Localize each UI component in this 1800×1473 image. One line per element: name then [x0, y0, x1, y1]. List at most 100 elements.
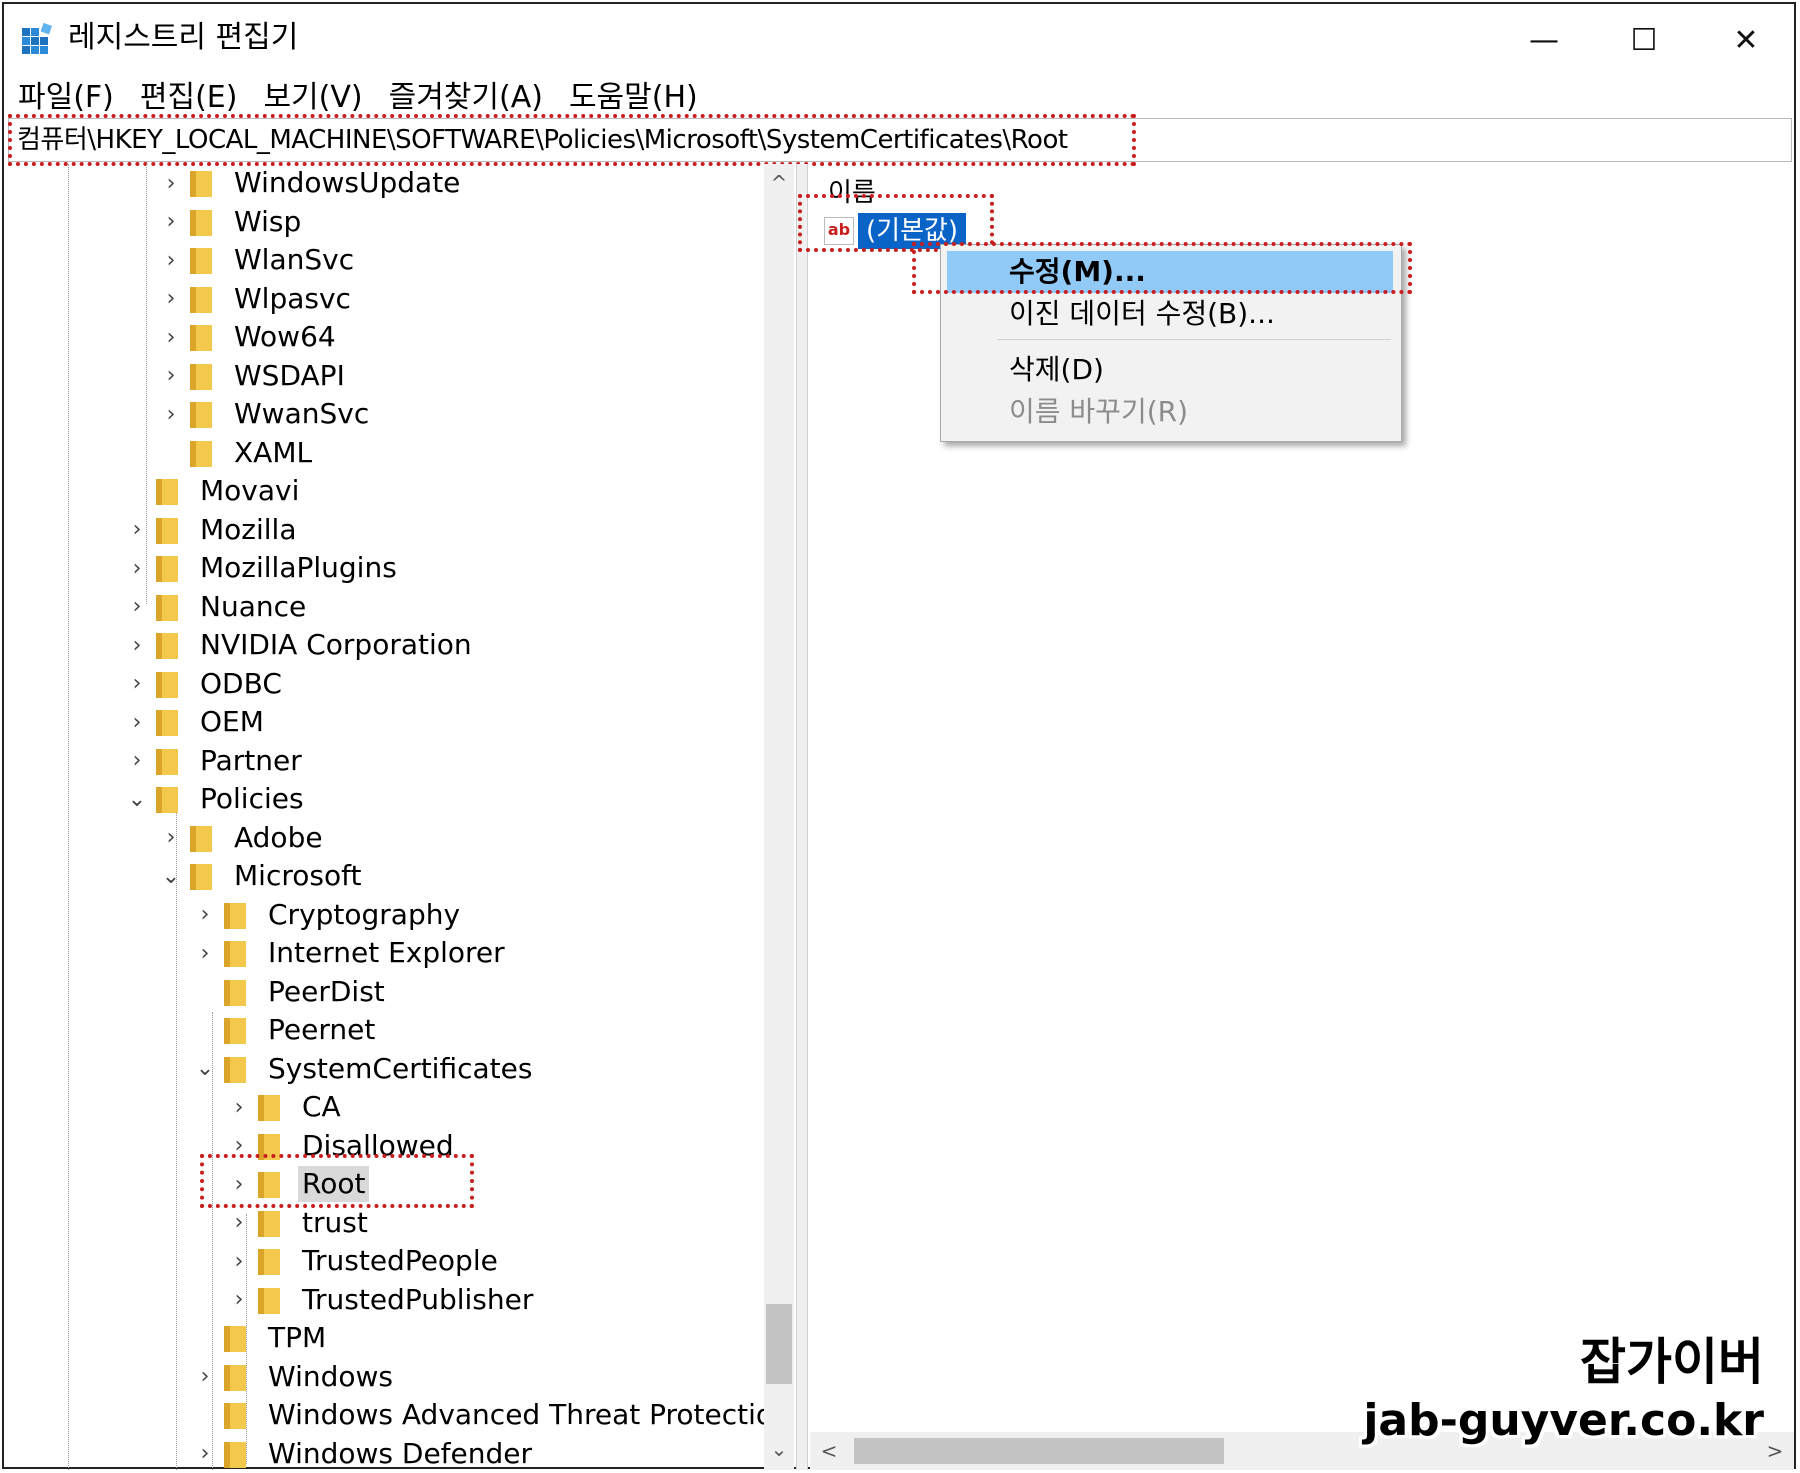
tree-node-label[interactable]: Movavi — [196, 473, 303, 509]
tree-node-label[interactable]: WSDAPI — [230, 358, 349, 394]
expand-chevron-icon[interactable]: › — [226, 1172, 252, 1197]
tree-node-label[interactable]: Wlpasvc — [230, 281, 355, 317]
tree-node[interactable]: › NVIDIA Corporation — [124, 626, 476, 664]
tree-node-label[interactable]: TrustedPublisher — [298, 1282, 537, 1318]
values-scroll-thumb[interactable] — [854, 1438, 1224, 1464]
tree-node[interactable]: ⌄ Policies — [124, 780, 308, 818]
pane-splitter[interactable] — [796, 164, 808, 1470]
expand-chevron-icon[interactable]: › — [192, 1441, 218, 1466]
expand-chevron-icon[interactable]: › — [158, 209, 184, 234]
tree-node-label[interactable]: WindowsUpdate — [230, 165, 464, 201]
menu-file[interactable]: 파일(F) — [4, 76, 126, 120]
tree-node[interactable]: › Wlpasvc — [158, 280, 355, 318]
menu-favorites[interactable]: 즐겨찾기(A) — [375, 76, 555, 120]
menu-help[interactable]: 도움말(H) — [555, 76, 710, 120]
address-bar[interactable]: 컴퓨터\HKEY_LOCAL_MACHINE\SOFTWARE\Policies… — [8, 118, 1792, 162]
menu-item-delete[interactable]: 삭제(D) — [947, 349, 1393, 391]
expand-chevron-icon[interactable]: › — [124, 710, 150, 735]
tree-node-label[interactable]: Internet Explorer — [264, 935, 509, 971]
tree-node[interactable]: Peernet — [192, 1011, 379, 1049]
tree-node[interactable]: › WindowsUpdate — [158, 164, 464, 202]
tree-node-label[interactable]: Wow64 — [230, 319, 340, 355]
name-column-header[interactable]: 이름 — [828, 172, 876, 209]
expand-chevron-icon[interactable]: › — [124, 748, 150, 773]
menu-edit[interactable]: 편집(E) — [126, 76, 250, 120]
tree-node[interactable]: › CA — [226, 1088, 345, 1126]
expand-chevron-icon[interactable]: › — [226, 1210, 252, 1235]
tree-node-label[interactable]: MozillaPlugins — [196, 550, 401, 586]
scroll-right-icon[interactable]: > — [1760, 1436, 1790, 1466]
tree-node[interactable]: › WwanSvc — [158, 395, 373, 433]
tree-node-label[interactable]: Peernet — [264, 1012, 379, 1048]
expand-chevron-icon[interactable]: › — [124, 517, 150, 542]
expand-chevron-icon[interactable]: › — [158, 363, 184, 388]
tree-node[interactable]: › Partner — [124, 742, 306, 780]
tree-node-label[interactable]: Windows Advanced Threat Protection — [264, 1397, 768, 1433]
scroll-left-icon[interactable]: < — [814, 1436, 844, 1466]
close-button[interactable]: ✕ — [1716, 18, 1776, 62]
tree-node-label[interactable]: Partner — [196, 743, 306, 779]
expand-chevron-icon[interactable]: › — [192, 1364, 218, 1389]
tree-node-label[interactable]: TPM — [264, 1320, 330, 1356]
tree-node[interactable]: ⌄ SystemCertificates — [192, 1050, 536, 1088]
tree-node[interactable]: › Windows — [192, 1358, 397, 1396]
collapse-chevron-icon[interactable]: ⌄ — [158, 864, 184, 889]
expand-chevron-icon[interactable]: › — [124, 633, 150, 658]
tree-node[interactable]: › Wisp — [158, 203, 305, 241]
tree-node[interactable]: Movavi — [124, 472, 303, 510]
tree-node[interactable]: › Windows Defender — [192, 1435, 536, 1471]
tree-scroll-thumb[interactable] — [766, 1304, 792, 1384]
tree-node[interactable]: › WSDAPI — [158, 357, 349, 395]
tree-node[interactable]: › Cryptography — [192, 896, 464, 934]
expand-chevron-icon[interactable]: › — [158, 825, 184, 850]
menu-item-modify[interactable]: 수정(M)... — [947, 251, 1393, 293]
expand-chevron-icon[interactable]: › — [158, 286, 184, 311]
tree-node-label[interactable]: Wisp — [230, 204, 305, 240]
maximize-button[interactable]: ☐ — [1614, 18, 1674, 62]
menu-view[interactable]: 보기(V) — [249, 76, 374, 120]
tree-node[interactable]: › Disallowed — [226, 1127, 458, 1165]
scroll-up-icon[interactable]: ^ — [764, 168, 794, 198]
minimize-button[interactable]: — — [1514, 18, 1574, 62]
tree-node[interactable]: › Internet Explorer — [192, 934, 509, 972]
tree-vertical-scrollbar[interactable]: ^ ⌄ — [764, 164, 794, 1470]
tree-node-label[interactable]: Policies — [196, 781, 308, 817]
tree-node[interactable]: › trust — [226, 1204, 372, 1242]
tree-node-label[interactable]: Microsoft — [230, 858, 365, 894]
tree-node-label[interactable]: NVIDIA Corporation — [196, 627, 476, 663]
tree-node[interactable]: › ODBC — [124, 665, 286, 703]
expand-chevron-icon[interactable]: › — [158, 171, 184, 196]
tree-node[interactable]: TPM — [192, 1319, 330, 1357]
expand-chevron-icon[interactable]: › — [158, 248, 184, 273]
tree-node-label[interactable]: CA — [298, 1089, 345, 1125]
tree-node-label[interactable]: OEM — [196, 704, 268, 740]
tree-node-label[interactable]: Adobe — [230, 820, 327, 856]
tree-node[interactable]: › TrustedPublisher — [226, 1281, 537, 1319]
tree-node-label[interactable]: WlanSvc — [230, 242, 358, 278]
tree-node[interactable]: › WlanSvc — [158, 241, 358, 279]
tree-node[interactable]: › Root — [226, 1165, 370, 1203]
tree-node-label[interactable]: Windows Defender — [264, 1436, 536, 1471]
tree-node[interactable]: ⌄ Microsoft — [158, 857, 365, 895]
expand-chevron-icon[interactable]: › — [192, 902, 218, 927]
expand-chevron-icon[interactable]: › — [226, 1133, 252, 1158]
expand-chevron-icon[interactable]: › — [124, 671, 150, 696]
tree-node-label[interactable]: Mozilla — [196, 512, 300, 548]
collapse-chevron-icon[interactable]: ⌄ — [124, 787, 150, 812]
tree-node-label[interactable]: Cryptography — [264, 897, 464, 933]
collapse-chevron-icon[interactable]: ⌄ — [192, 1056, 218, 1081]
tree-node[interactable]: › Mozilla — [124, 511, 300, 549]
tree-node[interactable]: XAML — [158, 434, 316, 472]
expand-chevron-icon[interactable]: › — [226, 1249, 252, 1274]
tree-node-label[interactable]: trust — [298, 1205, 372, 1241]
expand-chevron-icon[interactable]: › — [226, 1287, 252, 1312]
tree-node[interactable]: › MozillaPlugins — [124, 549, 401, 587]
tree-node[interactable]: Windows Advanced Threat Protection — [192, 1396, 768, 1434]
tree-node-label[interactable]: TrustedPeople — [298, 1243, 502, 1279]
expand-chevron-icon[interactable]: › — [158, 402, 184, 427]
expand-chevron-icon[interactable]: › — [124, 556, 150, 581]
tree-node-label[interactable]: Windows — [264, 1359, 397, 1395]
tree-node-label[interactable]: ODBC — [196, 666, 286, 702]
expand-chevron-icon[interactable]: › — [192, 941, 218, 966]
tree-node[interactable]: › OEM — [124, 703, 268, 741]
